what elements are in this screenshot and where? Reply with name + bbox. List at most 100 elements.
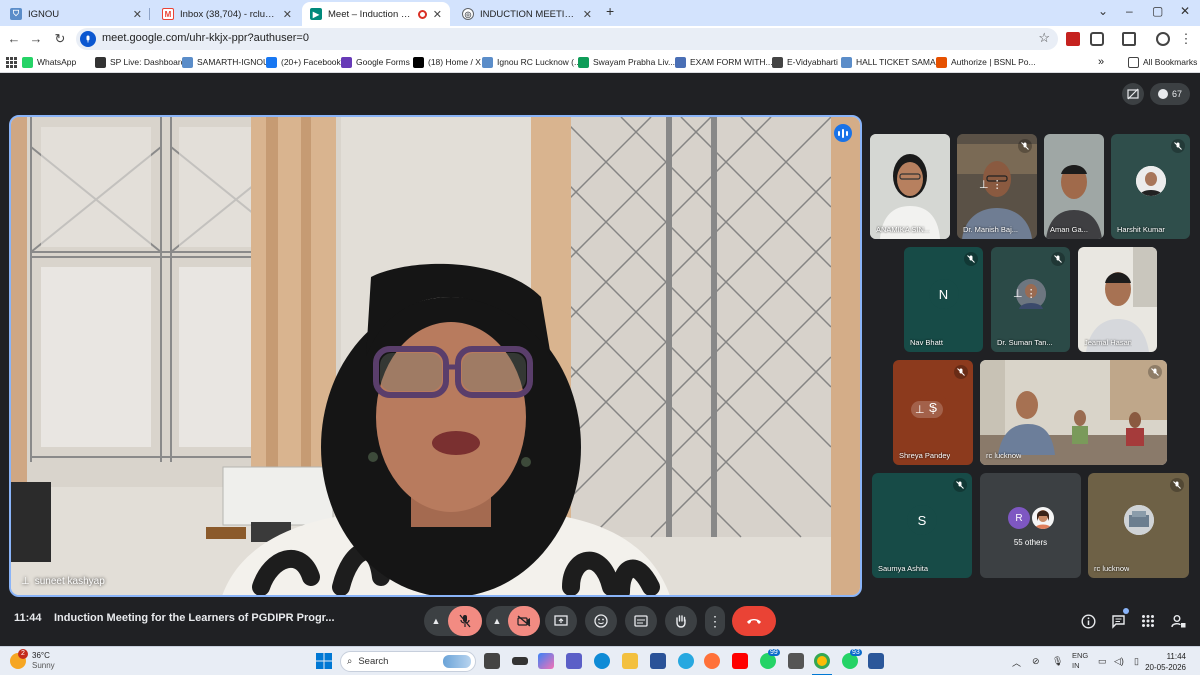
back-button[interactable]: ← — [6, 31, 22, 46]
camera-button[interactable] — [508, 606, 540, 636]
participant-tile[interactable]: Jeamal Hasan — [1078, 247, 1157, 352]
present-screen-button[interactable] — [545, 606, 577, 636]
meeting-details-button[interactable] — [1073, 606, 1103, 636]
people-icon — [1157, 89, 1168, 99]
tab-induction[interactable]: ◎ INDUCTION MEETING - PGDIPR ✕ — [454, 2, 600, 26]
edge-icon[interactable] — [594, 653, 610, 669]
hide-tiles-icon[interactable] — [1122, 83, 1144, 105]
mic-options-chevron-icon[interactable]: ▲ — [424, 606, 448, 636]
tile-options-icon[interactable]: ⊥ ⋮ — [979, 178, 1003, 191]
participant-tile[interactable]: N Nav Bhatt — [904, 247, 983, 352]
participant-tile[interactable]: S Saumya Ashita — [872, 473, 972, 578]
forward-button[interactable]: → — [28, 31, 44, 46]
maximize-button[interactable]: ▢ — [1152, 4, 1163, 18]
tab-title: INDUCTION MEETING - PGDIPR — [480, 8, 577, 20]
close-tab-icon[interactable]: ✕ — [583, 8, 592, 21]
profile-icon[interactable] — [1156, 32, 1170, 46]
menu-kebab-icon[interactable]: ⋮ — [1178, 31, 1194, 47]
main-speaker-tile[interactable]: ⊥ suneet kashyap — [9, 115, 862, 597]
participant-video — [1044, 134, 1104, 239]
tab-meet[interactable]: ▶ Meet – Induction Meeting f ✕ — [302, 2, 450, 26]
camera-app-icon[interactable] — [788, 653, 804, 669]
close-tab-icon[interactable]: ✕ — [433, 8, 442, 21]
participant-tile[interactable]: ⊥ ⋮ Dr. Manish Baj... — [957, 134, 1037, 239]
store-icon[interactable] — [650, 653, 666, 669]
language-indicator[interactable]: ENG IN — [1072, 651, 1088, 671]
emoji-button[interactable] — [585, 606, 617, 636]
chat-button[interactable] — [1103, 606, 1133, 636]
more-bookmarks-button[interactable]: » — [1098, 55, 1104, 69]
bookmark-item[interactable]: Google Forms — [341, 55, 410, 69]
widgets-icon[interactable] — [512, 657, 528, 665]
bookmark-item[interactable]: Ignou RC Lucknow (... — [482, 55, 581, 69]
teams-icon[interactable] — [566, 653, 582, 669]
extensions-icon[interactable] — [1090, 32, 1104, 46]
cast-icon[interactable] — [1122, 32, 1136, 46]
participants-count-button[interactable]: 67 — [1150, 83, 1190, 105]
bookmark-item[interactable]: EXAM FORM WITH... — [675, 55, 773, 69]
participant-tile[interactable]: ⊥ ⋮ Dr. Suman Tan... — [991, 247, 1070, 352]
firefox-icon[interactable] — [704, 653, 720, 669]
bookmark-item[interactable]: E-Vidyabharti — [772, 55, 838, 69]
chrome-icon[interactable] — [814, 653, 830, 669]
telegram-icon[interactable] — [678, 653, 694, 669]
more-options-button[interactable]: ⋮ — [705, 606, 725, 636]
all-bookmarks-button[interactable]: All Bookmarks — [1128, 55, 1197, 69]
bookmark-star-icon[interactable]: ☆ — [1038, 30, 1050, 46]
youtube-icon[interactable] — [732, 653, 748, 669]
participant-tile[interactable]: Harshit Kumar — [1111, 134, 1190, 239]
activities-button[interactable] — [1133, 606, 1163, 636]
bookmark-item[interactable]: Authorize | BSNL Po... — [936, 55, 1036, 69]
mic-button[interactable] — [448, 606, 482, 636]
copilot-icon[interactable] — [538, 653, 554, 669]
bookmark-item[interactable]: HALL TICKET SAMA... — [841, 55, 943, 69]
windows-start-icon[interactable] — [316, 653, 332, 669]
pdf-extension-icon[interactable] — [1066, 32, 1080, 46]
close-tab-icon[interactable]: ✕ — [283, 8, 292, 21]
tile-options-icon[interactable]: ⊥ ⋮ — [911, 401, 943, 418]
show-hidden-icons[interactable]: ︿ — [1012, 656, 1021, 669]
camera-options-chevron-icon[interactable]: ▲ — [486, 606, 508, 636]
camera-in-use-icon[interactable] — [80, 31, 96, 47]
bookmark-item[interactable]: SP Live: Dashboard — [95, 55, 185, 69]
pin-icon[interactable]: ⊥ — [21, 576, 30, 587]
bookmark-item[interactable]: SAMARTH-IGNOU — [182, 55, 269, 69]
weather-widget[interactable]: 36°C Sunny — [32, 651, 55, 671]
tile-options-icon[interactable]: ⊥ ⋮ — [1013, 287, 1037, 300]
system-clock[interactable]: 11:44 20-05-2026 — [1145, 651, 1186, 673]
close-window-button[interactable]: ✕ — [1180, 4, 1190, 18]
mic-tray-icon[interactable]: 🎙 — [1052, 656, 1063, 667]
bookmark-item[interactable]: (18) Home / X — [413, 55, 481, 69]
volume-icon[interactable]: ◁) — [1114, 656, 1124, 667]
participant-tile[interactable]: ANAMIKA SIN... — [870, 134, 950, 239]
raise-hand-button[interactable] — [665, 606, 697, 636]
tab-search-dropdown[interactable]: ⌄ — [1098, 4, 1108, 18]
close-tab-icon[interactable]: ✕ — [133, 8, 142, 21]
participant-tile[interactable]: Aman Ga... — [1044, 134, 1104, 239]
participant-tile[interactable]: S ⊥ ⋮ Shreya Pandey — [893, 360, 973, 465]
new-tab-button[interactable]: + — [606, 3, 614, 19]
reload-button[interactable]: ↻ — [52, 31, 68, 47]
host-controls-button[interactable] — [1163, 606, 1193, 636]
leave-call-button[interactable] — [732, 606, 776, 636]
hide-camera-icon[interactable]: ⊘ — [1032, 656, 1040, 667]
captions-button[interactable] — [625, 606, 657, 636]
apps-grid-icon[interactable] — [6, 55, 17, 69]
bookmark-item[interactable]: Swayam Prabha Liv... — [578, 55, 675, 69]
tab-gmail[interactable]: M Inbox (38,704) - rclucknow@ign ✕ — [154, 2, 300, 26]
participant-tile[interactable]: rc lucknow — [1088, 473, 1189, 578]
participant-tile[interactable]: rc lucknow — [980, 360, 1167, 465]
participant-name: Dr. Suman Tan... — [997, 338, 1053, 347]
tab-ignou[interactable]: ⛉ IGNOU ✕ — [2, 2, 150, 26]
battery-icon[interactable]: ▯ — [1134, 656, 1139, 667]
taskbar-search-box[interactable]: ⌕ Search — [340, 651, 476, 672]
address-bar[interactable]: meet.google.com/uhr-kkjx-ppr?authuser=0 … — [76, 28, 1058, 50]
others-tile[interactable]: R 55 others — [980, 473, 1081, 578]
bookmark-item[interactable]: WhatsApp — [22, 55, 76, 69]
file-explorer-icon[interactable] — [622, 653, 638, 669]
task-view-icon[interactable] — [484, 653, 500, 669]
network-icon[interactable]: ▭ — [1098, 656, 1107, 667]
bookmark-item[interactable]: (20+) Facebook — [266, 55, 341, 69]
minimize-button[interactable]: – — [1126, 4, 1133, 18]
word-icon[interactable] — [868, 653, 884, 669]
